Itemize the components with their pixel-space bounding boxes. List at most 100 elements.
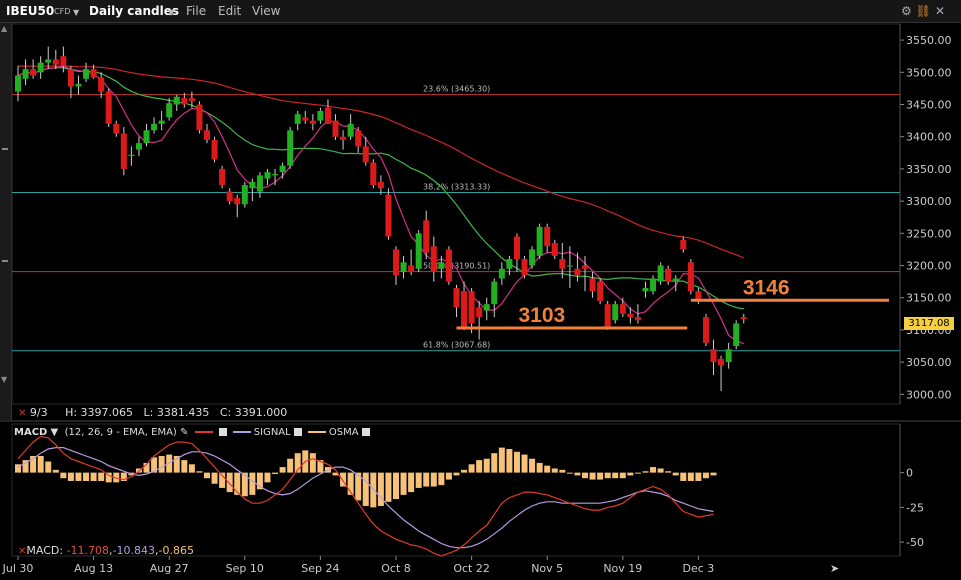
candle-body bbox=[642, 288, 649, 292]
candle-body bbox=[37, 62, 44, 73]
candle-body bbox=[551, 242, 558, 256]
osma-bar bbox=[52, 469, 59, 473]
candle-body bbox=[196, 104, 203, 131]
osma-bar bbox=[98, 472, 105, 481]
osma-bar bbox=[453, 472, 460, 476]
ohlc-info: ✕ 9/3 H: 3397.065 L: 3381.435 C: 3391.00… bbox=[18, 406, 287, 419]
y-tick-label: 3250.00 bbox=[906, 227, 952, 240]
candle-body bbox=[370, 162, 377, 186]
osma-bar bbox=[680, 472, 687, 481]
candle-body bbox=[468, 291, 475, 324]
osma-bar bbox=[574, 472, 581, 476]
osma-bar bbox=[483, 458, 490, 473]
y-tick-label: 3150.00 bbox=[906, 292, 952, 305]
candle-body bbox=[544, 226, 551, 247]
candle-body bbox=[483, 304, 490, 311]
osma-bar bbox=[37, 455, 44, 473]
candle-body bbox=[120, 133, 127, 169]
candle-body bbox=[506, 259, 513, 269]
osma-bar bbox=[529, 458, 536, 473]
candle-body bbox=[67, 69, 74, 87]
candle-body bbox=[324, 107, 331, 124]
candle-body bbox=[287, 130, 294, 166]
x-tick-label: Aug 27 bbox=[150, 562, 189, 575]
candle-body bbox=[151, 123, 158, 131]
candle-body bbox=[241, 185, 248, 205]
osma-bar bbox=[445, 472, 452, 480]
macd-dropdown-icon[interactable]: ▼ bbox=[51, 427, 59, 438]
osma-bar bbox=[181, 460, 188, 473]
macd-y-tick-label: 0 bbox=[906, 467, 913, 480]
close-icon[interactable]: ✕ bbox=[18, 408, 26, 419]
macd-swatch bbox=[194, 431, 213, 433]
candle-body bbox=[22, 69, 29, 79]
candle-body bbox=[627, 313, 634, 318]
candle-body bbox=[582, 265, 588, 269]
info-close: C: 3391.000 bbox=[219, 406, 288, 419]
osma-bar bbox=[566, 472, 573, 474]
candle-body bbox=[355, 130, 362, 147]
candle-body bbox=[680, 239, 687, 250]
candle-body bbox=[498, 268, 505, 279]
candle-body bbox=[650, 278, 657, 292]
candle-body bbox=[30, 69, 37, 76]
osma-bar bbox=[687, 472, 694, 481]
signal-visibility-checkbox[interactable] bbox=[293, 428, 302, 436]
macd-values-label: MACD: bbox=[26, 544, 64, 557]
macd-visibility-checkbox[interactable] bbox=[218, 428, 227, 436]
osma-bar bbox=[665, 471, 672, 473]
osma-name: OSMA bbox=[328, 427, 359, 438]
candle-body bbox=[340, 136, 347, 140]
osma-bar bbox=[272, 472, 279, 475]
osma-bar bbox=[408, 472, 415, 493]
edit-icon[interactable]: ✎ bbox=[180, 427, 188, 438]
y-tick-label: 3050.00 bbox=[906, 356, 952, 369]
osma-visibility-checkbox[interactable] bbox=[361, 428, 370, 436]
candle-body bbox=[226, 191, 233, 202]
candle-body bbox=[317, 110, 324, 121]
y-tick-label: 3550.00 bbox=[906, 34, 952, 47]
osma-bar bbox=[430, 472, 437, 487]
fib-label: 23.6% (3465.30) bbox=[423, 85, 490, 94]
candle-body bbox=[272, 174, 279, 176]
candle-body bbox=[90, 69, 97, 78]
candle-body bbox=[377, 181, 384, 189]
candle-body bbox=[113, 123, 120, 134]
y-tick-label: 3350.00 bbox=[906, 163, 952, 176]
scroll-right-icon[interactable]: ➤ bbox=[830, 562, 839, 575]
info-low: L: 3381.435 bbox=[143, 406, 210, 419]
y-tick-label: 3500.00 bbox=[906, 66, 952, 79]
osma-bar bbox=[627, 472, 634, 476]
candle-body bbox=[105, 91, 112, 124]
osma-bar bbox=[597, 472, 604, 480]
candle-body bbox=[513, 236, 520, 260]
osma-bar bbox=[287, 458, 294, 473]
candle-body bbox=[559, 259, 566, 269]
candle-body bbox=[347, 123, 354, 137]
osma-bar bbox=[513, 451, 520, 473]
candles bbox=[15, 46, 747, 392]
y-tick-label: 3300.00 bbox=[906, 195, 952, 208]
candle-body bbox=[710, 349, 717, 363]
y-tick-label: 3000.00 bbox=[906, 388, 952, 401]
candle-body bbox=[725, 349, 732, 363]
x-tick-label: Sep 10 bbox=[226, 562, 264, 575]
osma-bar bbox=[589, 472, 596, 480]
macd-value: -11.708 bbox=[66, 544, 110, 557]
osma-bar bbox=[377, 472, 384, 506]
candle-body bbox=[619, 304, 626, 314]
candle-body bbox=[574, 268, 581, 276]
candle-body bbox=[219, 168, 226, 186]
price-chart[interactable]: 23.6% (3465.30)38.2% (3313.33)50.0% (319… bbox=[0, 0, 961, 580]
osma-bar bbox=[90, 472, 97, 481]
osma-bar bbox=[582, 472, 588, 479]
macd-legend: MACD ▼ (12, 26, 9 - EMA, EMA) ✎ SIGNAL O… bbox=[14, 427, 370, 438]
candle-body bbox=[491, 281, 498, 305]
osma-bar bbox=[672, 472, 679, 476]
osma-bar bbox=[506, 449, 513, 473]
candle-body bbox=[566, 265, 573, 267]
candle-body bbox=[158, 120, 165, 124]
osma-bar bbox=[642, 471, 649, 473]
macd-params: (12, 26, 9 - EMA, EMA) bbox=[64, 427, 177, 438]
osma-bar bbox=[309, 453, 316, 473]
